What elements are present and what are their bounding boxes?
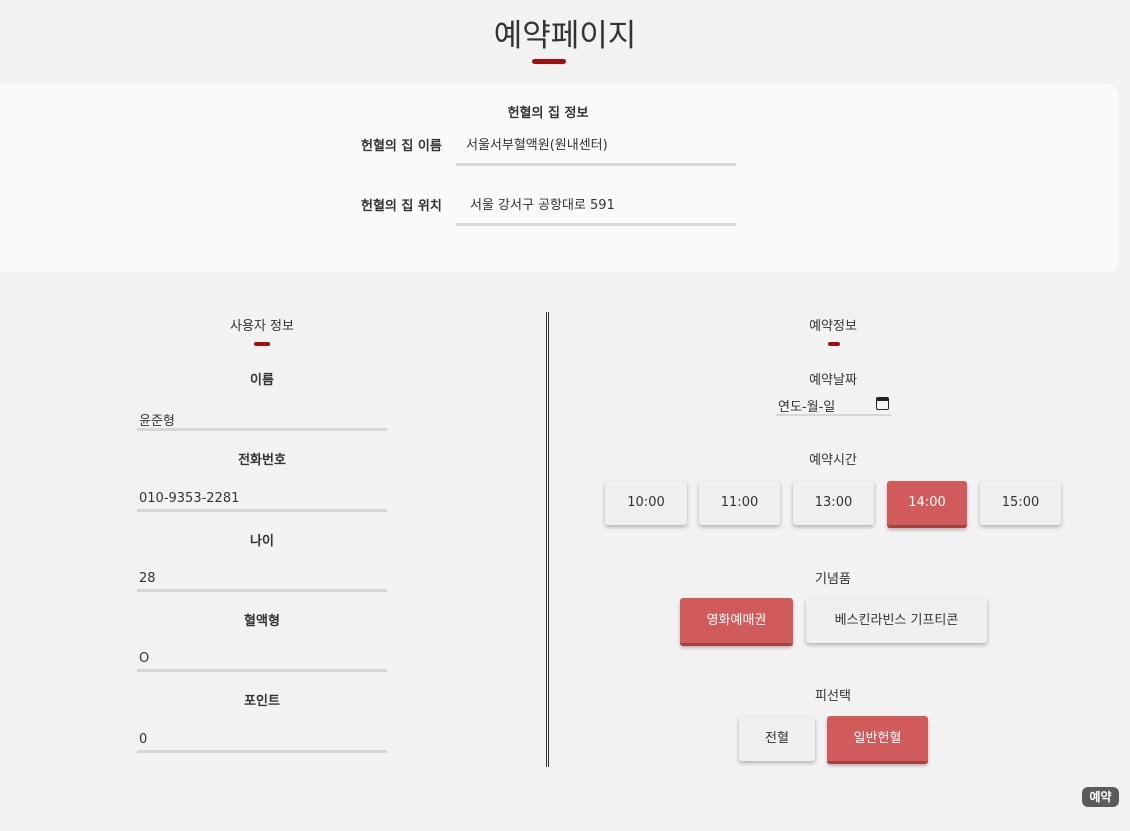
name-field[interactable]: 윤준형 bbox=[139, 410, 175, 429]
name-underline bbox=[137, 428, 387, 431]
name-label: 이름 bbox=[250, 373, 274, 388]
date-placeholder: 연도-월-일 bbox=[778, 400, 836, 415]
age-label: 나이 bbox=[250, 534, 274, 549]
time-label: 예약시간 bbox=[809, 453, 857, 468]
gift-button-baskin-robbins[interactable]: 베스킨라빈스 기프티콘 bbox=[806, 598, 987, 643]
time-button-1400[interactable]: 14:00 bbox=[887, 481, 967, 528]
center-name-label: 헌혈의 집 이름 bbox=[361, 139, 442, 154]
reservation-info-title: 예약정보 bbox=[809, 319, 857, 334]
page-title: 예약페이지 bbox=[493, 18, 637, 54]
time-button-1500[interactable]: 15:00 bbox=[980, 481, 1061, 525]
center-location-field: 서울 강서구 공항대로 591 bbox=[470, 198, 615, 213]
time-button-1100[interactable]: 11:00 bbox=[699, 481, 780, 525]
time-button-1300[interactable]: 13:00 bbox=[793, 481, 874, 525]
time-button-1000[interactable]: 10:00 bbox=[605, 481, 687, 525]
date-input[interactable]: 연도-월-일 bbox=[776, 394, 891, 416]
center-name-underline bbox=[456, 163, 736, 166]
blood-choice-label: 피선택 bbox=[815, 689, 851, 704]
reservation-info-underline bbox=[828, 342, 840, 346]
center-info-title: 헌혈의 집 정보 bbox=[507, 106, 589, 121]
points-label: 포인트 bbox=[244, 694, 280, 709]
user-info-title: 사용자 정보 bbox=[230, 319, 294, 334]
points-field[interactable]: 0 bbox=[139, 732, 147, 747]
age-underline bbox=[137, 589, 387, 592]
blood-type-underline bbox=[137, 669, 387, 672]
phone-label: 전화번호 bbox=[238, 453, 286, 468]
blood-type-label: 혈액형 bbox=[244, 614, 280, 629]
points-underline bbox=[137, 750, 387, 753]
title-underline bbox=[532, 59, 566, 64]
age-field[interactable]: 28 bbox=[139, 571, 156, 586]
reserve-button[interactable]: 예약 bbox=[1082, 787, 1119, 807]
gift-label: 기념품 bbox=[815, 572, 851, 587]
user-info-underline bbox=[254, 342, 270, 346]
phone-underline bbox=[137, 509, 387, 512]
blood-type-field[interactable]: O bbox=[139, 651, 149, 666]
blood-choice-general[interactable]: 일반헌혈 bbox=[827, 716, 928, 764]
column-divider bbox=[546, 312, 549, 767]
phone-field[interactable]: 010-9353-2281 bbox=[139, 491, 239, 506]
center-location-underline bbox=[456, 223, 736, 226]
calendar-icon[interactable] bbox=[876, 397, 889, 410]
center-name-field: 서울서부혈액원(원내센터) bbox=[466, 138, 608, 153]
blood-choice-whole-blood[interactable]: 전혈 bbox=[739, 716, 815, 761]
center-location-label: 헌혈의 집 위치 bbox=[361, 199, 442, 214]
gift-button-movie-ticket[interactable]: 영화예매권 bbox=[680, 598, 793, 646]
date-label: 예약날짜 bbox=[809, 373, 857, 388]
